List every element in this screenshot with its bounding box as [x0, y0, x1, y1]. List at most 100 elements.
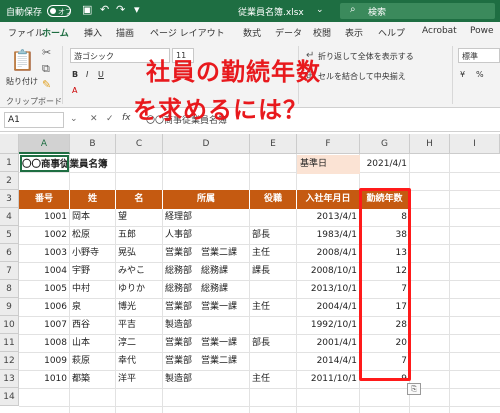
cell-sei[interactable]: 小野寺 — [72, 244, 116, 262]
copy-icon[interactable]: ⧉ — [42, 62, 50, 76]
cell-dept[interactable]: 営業部 営業一課 — [165, 334, 250, 352]
row-header[interactable]: 6 — [0, 244, 19, 262]
wrap-text-button[interactable]: 折り返して全体を表示する — [318, 51, 414, 62]
row-header[interactable]: 12 — [0, 352, 19, 370]
name-box-dropdown-icon[interactable]: ⌄ — [70, 114, 78, 124]
percent-format-icon[interactable]: % — [476, 70, 484, 79]
row-header[interactable]: 9 — [0, 298, 19, 316]
row-header[interactable]: 5 — [0, 226, 19, 244]
cell-no[interactable]: 1007 — [19, 316, 70, 334]
kijunbi-value[interactable]: 2021/4/1 — [360, 155, 410, 174]
cell-sei[interactable]: 松原 — [72, 226, 116, 244]
cell-no[interactable]: 1001 — [19, 208, 70, 226]
header-cell-sei[interactable]: 姓 — [70, 190, 116, 209]
row-header[interactable]: 4 — [0, 208, 19, 226]
cell-dept[interactable]: 経理部 — [165, 208, 250, 226]
row-header[interactable]: 7 — [0, 262, 19, 280]
cell-dept[interactable]: 製造部 — [165, 316, 250, 334]
cell-dept[interactable]: 営業部 営業一課 — [165, 298, 250, 316]
cell-date[interactable]: 2008/10/1 — [297, 262, 360, 280]
cell-no[interactable]: 1003 — [19, 244, 70, 262]
row-header[interactable]: 3 — [0, 190, 19, 208]
cell-sei[interactable]: 宇野 — [72, 262, 116, 280]
row-header[interactable]: 1 — [0, 154, 19, 172]
cell-date[interactable]: 2014/4/1 — [297, 352, 360, 370]
cell-sei[interactable]: 山本 — [72, 334, 116, 352]
tab-draw[interactable]: 描画 — [116, 26, 134, 39]
tab-help[interactable]: ヘルプ — [378, 26, 405, 39]
number-format-select[interactable]: 標準 — [458, 48, 500, 63]
cell-dept[interactable]: 総務部 総務課 — [165, 262, 250, 280]
cell-mei[interactable]: 淳二 — [118, 334, 163, 352]
cell-mei[interactable]: 五郎 — [118, 226, 163, 244]
cell-dept[interactable]: 総務部 総務課 — [165, 280, 250, 298]
column-header-e[interactable]: E — [250, 134, 297, 154]
italic-icon[interactable]: I — [86, 70, 88, 79]
tab-file[interactable]: ファイル — [8, 26, 44, 39]
cell-title[interactable]: 主任 — [252, 370, 297, 388]
redo-icon[interactable]: ↷ — [116, 3, 125, 16]
column-header-h[interactable]: H — [410, 134, 450, 154]
cell-mei[interactable]: 博光 — [118, 298, 163, 316]
header-cell-dept[interactable]: 所属 — [163, 190, 250, 209]
tab-page-layout[interactable]: ページ レイアウト — [150, 26, 225, 39]
tab-home[interactable]: ホーム — [42, 26, 69, 39]
cell-sei[interactable]: 都築 — [72, 370, 116, 388]
fx-icon[interactable]: fx — [122, 113, 131, 123]
cell-mei[interactable]: 平吉 — [118, 316, 163, 334]
cell-title[interactable]: 主任 — [252, 244, 297, 262]
enter-icon[interactable]: ✓ — [106, 114, 114, 124]
underline-icon[interactable]: U — [98, 70, 104, 79]
undo-icon[interactable]: ↶ — [100, 3, 109, 16]
cut-icon[interactable]: ✂ — [42, 46, 51, 59]
cell-mei[interactable]: ゆりか — [118, 280, 163, 298]
save-icon[interactable]: ▣ — [82, 3, 92, 16]
cell-sei[interactable]: 岡本 — [72, 208, 116, 226]
row-header[interactable]: 14 — [0, 388, 19, 406]
cell-no[interactable]: 1009 — [19, 352, 70, 370]
cell-sei[interactable]: 西谷 — [72, 316, 116, 334]
cell-title[interactable]: 主任 — [252, 298, 297, 316]
cell-mei[interactable]: 晃弘 — [118, 244, 163, 262]
cell-no[interactable]: 1010 — [19, 370, 70, 388]
cell-sei[interactable]: 中村 — [72, 280, 116, 298]
cell-title[interactable]: 部長 — [252, 226, 297, 244]
cell-date[interactable]: 1983/4/1 — [297, 226, 360, 244]
cell-mei[interactable]: 幸代 — [118, 352, 163, 370]
cell-no[interactable]: 1002 — [19, 226, 70, 244]
row-header[interactable]: 8 — [0, 280, 19, 298]
name-box[interactable]: A1 — [4, 112, 64, 128]
paste-label[interactable]: 貼り付け — [6, 76, 38, 87]
header-cell-no[interactable]: 番号 — [19, 190, 70, 209]
cell-sei[interactable]: 萩原 — [72, 352, 116, 370]
cell-date[interactable]: 2013/10/1 — [297, 280, 360, 298]
cell-dept[interactable]: 営業部 営業二課 — [165, 244, 250, 262]
cell-no[interactable]: 1005 — [19, 280, 70, 298]
currency-format-icon[interactable]: ¥ — [460, 70, 465, 79]
cell-date[interactable]: 2004/4/1 — [297, 298, 360, 316]
tab-insert[interactable]: 挿入 — [84, 26, 102, 39]
font-color-icon[interactable]: A — [72, 86, 77, 95]
cell-sei[interactable]: 泉 — [72, 298, 116, 316]
bold-icon[interactable]: B — [72, 70, 78, 79]
tab-power[interactable]: Powe — [470, 26, 494, 36]
column-header-b[interactable]: B — [70, 134, 116, 154]
column-header-c[interactable]: C — [116, 134, 163, 154]
tab-view[interactable]: 表示 — [345, 26, 363, 39]
tab-formulas[interactable]: 数式 — [243, 26, 261, 39]
column-header-d[interactable]: D — [163, 134, 250, 154]
cell-dept[interactable]: 製造部 — [165, 370, 250, 388]
row-header[interactable]: 13 — [0, 370, 19, 388]
header-cell-mei[interactable]: 名 — [116, 190, 163, 209]
cell-dept[interactable]: 人事部 — [165, 226, 250, 244]
cell-mei[interactable]: 望 — [118, 208, 163, 226]
paste-icon[interactable]: 📋 — [10, 48, 35, 72]
cancel-icon[interactable]: ✕ — [90, 114, 98, 124]
merge-center-button[interactable]: セルを結合して中央揃え — [318, 71, 406, 82]
cell-no[interactable]: 1008 — [19, 334, 70, 352]
row-header[interactable]: 10 — [0, 316, 19, 334]
active-cell-a1[interactable] — [20, 155, 69, 172]
chevron-down-icon[interactable]: ⌄ — [316, 5, 324, 15]
column-header-i[interactable]: I — [450, 134, 500, 154]
cell-date[interactable]: 2001/4/1 — [297, 334, 360, 352]
